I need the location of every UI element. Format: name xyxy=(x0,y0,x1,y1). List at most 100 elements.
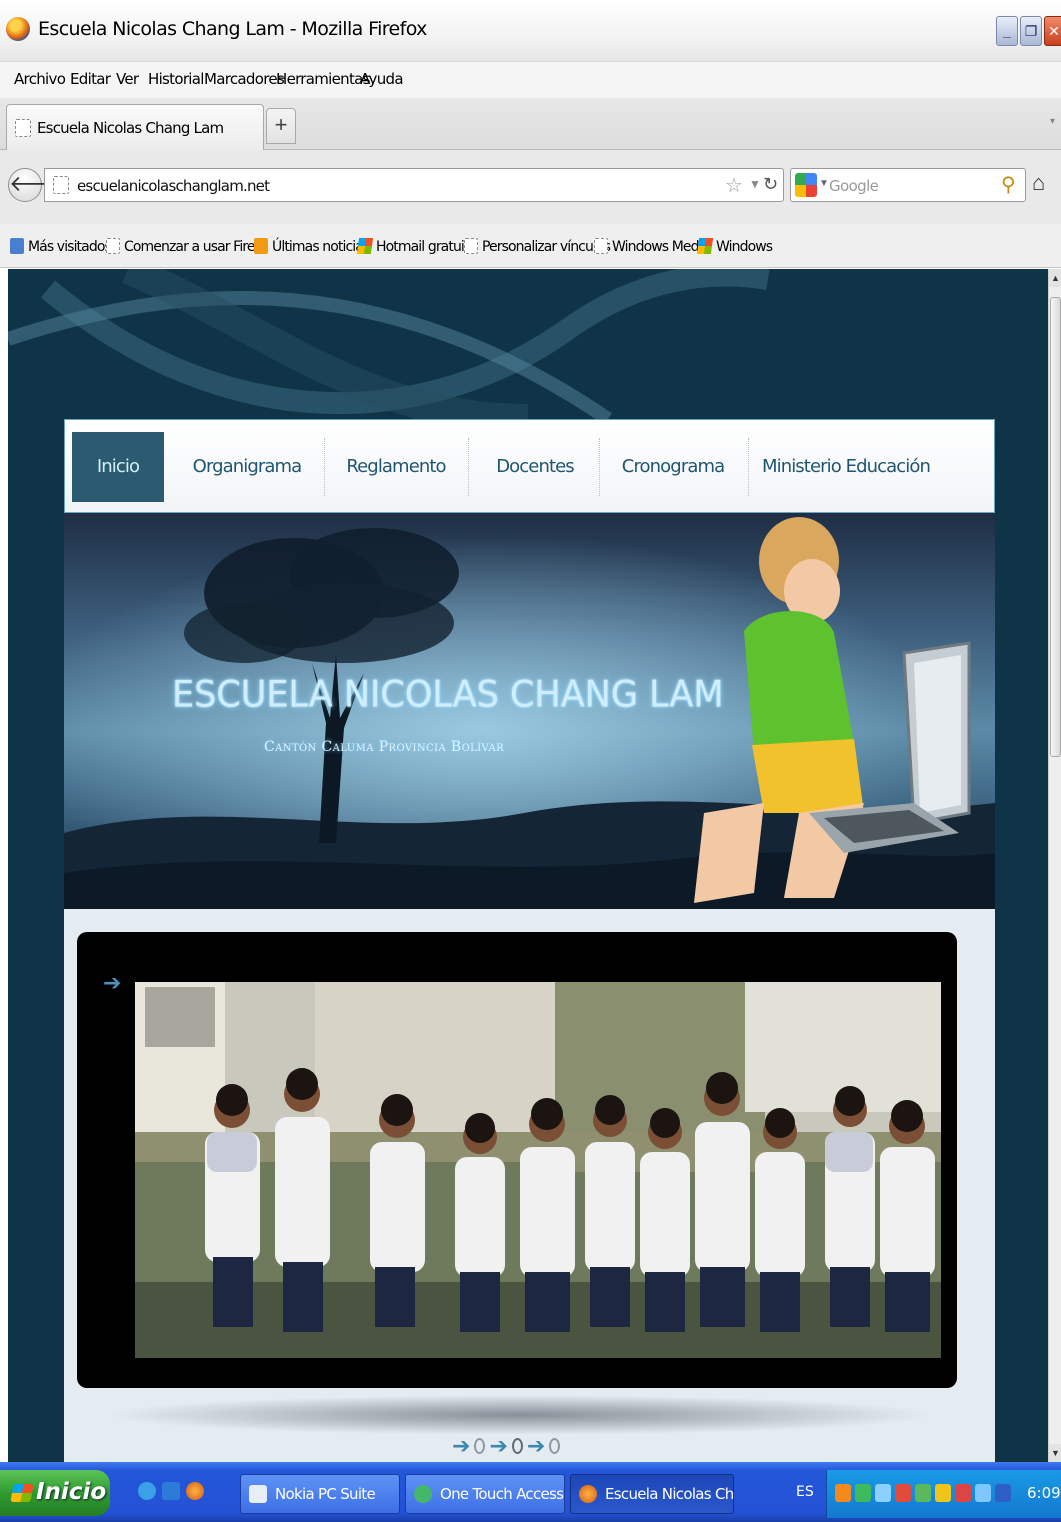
slider-arrow-icon[interactable]: ➔ xyxy=(103,970,121,996)
ie-icon[interactable] xyxy=(138,1482,156,1500)
firefox-icon xyxy=(579,1485,597,1503)
bookmark-hotmail[interactable]: Hotmail gratuito xyxy=(356,238,477,255)
task-nokia-pc-suite[interactable]: Nokia PC Suite xyxy=(240,1474,400,1514)
nav-inicio[interactable]: Inicio xyxy=(72,432,164,502)
slider-shadow xyxy=(104,1395,934,1435)
rss-icon xyxy=(254,238,268,254)
bookmark-windows-media[interactable]: Windows Media xyxy=(594,238,710,255)
nokia-icon xyxy=(249,1485,267,1503)
page-icon xyxy=(594,238,608,254)
firefox-icon[interactable] xyxy=(186,1482,204,1500)
language-indicator[interactable]: ES xyxy=(796,1484,814,1500)
ie-browser-icon[interactable] xyxy=(162,1482,180,1500)
background-swoosh xyxy=(8,269,770,429)
students-group-photo xyxy=(135,982,941,1358)
firefox-logo-icon xyxy=(6,17,30,41)
system-tray: 6:09 xyxy=(826,1470,1061,1518)
url-bar[interactable]: escuelanicolaschanglam.net ☆ ▼ ↻ xyxy=(44,168,784,202)
search-icon[interactable]: ⚲ xyxy=(1001,172,1016,197)
google-logo-icon[interactable] xyxy=(795,173,817,197)
tray-bluetooth-icon[interactable] xyxy=(875,1484,891,1502)
scroll-thumb[interactable] xyxy=(1050,297,1061,757)
window-title: Escuela Nicolas Chang Lam - Mozilla Fire… xyxy=(38,18,427,40)
tray-display-icon[interactable] xyxy=(995,1484,1011,1502)
tray-app-icon[interactable] xyxy=(835,1484,851,1502)
tray-update-icon[interactable] xyxy=(915,1484,931,1502)
bookmarks-toolbar: Más visitados Comenzar a usar Firef... Ú… xyxy=(0,224,1061,268)
image-slider: ➔ xyxy=(77,932,957,1388)
pager-dot[interactable] xyxy=(474,1438,486,1454)
menu-historial[interactable]: Historial xyxy=(148,70,204,88)
site-identity-icon[interactable] xyxy=(53,176,69,194)
bookmark-ultimas-noticias[interactable]: Últimas noticias xyxy=(254,238,370,255)
tab-escuela[interactable]: Escuela Nicolas Chang Lam xyxy=(6,104,264,150)
tray-volume-icon[interactable] xyxy=(935,1484,951,1502)
search-engine-dropdown-icon[interactable]: ▼ xyxy=(819,178,829,189)
scroll-up-icon[interactable]: ▲ xyxy=(1049,269,1061,287)
menu-ayuda[interactable]: Ayuda xyxy=(360,70,404,88)
tray-sync-icon[interactable] xyxy=(975,1484,991,1502)
page-icon xyxy=(464,238,478,254)
bookmark-star-icon[interactable]: ☆ xyxy=(725,173,743,198)
pager-dot-current[interactable] xyxy=(511,1438,523,1454)
windows-taskbar: Inicio Nokia PC Suite One Touch Access -… xyxy=(0,1462,1061,1522)
tab-list-arrow-icon[interactable]: ▾ xyxy=(1050,116,1055,127)
nav-cronograma[interactable]: Cronograma xyxy=(606,432,740,502)
tray-network-icon[interactable] xyxy=(855,1484,871,1502)
url-history-dropdown-icon[interactable]: ▼ xyxy=(749,177,761,191)
nav-ministerio-educacion[interactable]: Ministerio Educación xyxy=(755,432,937,502)
windows-logo-icon xyxy=(356,238,374,254)
tab-label: Escuela Nicolas Chang Lam xyxy=(37,119,224,137)
home-icon[interactable]: ⌂ xyxy=(1032,170,1045,196)
url-text[interactable]: escuelanicolaschanglam.net xyxy=(77,177,270,195)
nav-separator xyxy=(468,438,469,496)
banner-subtitle: Cantón Caluma Provincia Bolívar xyxy=(264,739,505,755)
pager-arrow-icon[interactable]: ➔ xyxy=(489,1433,507,1458)
page-viewport: Inicio Organigrama Reglamento Docentes C… xyxy=(8,269,1048,1462)
bookmark-personalizar[interactable]: Personalizar vínculos xyxy=(464,238,611,255)
windows-logo-icon xyxy=(10,1484,34,1502)
nav-reglamento[interactable]: Reglamento xyxy=(331,432,461,502)
nav-docentes[interactable]: Docentes xyxy=(475,432,595,502)
search-placeholder[interactable]: Google xyxy=(829,177,879,195)
scroll-down-icon[interactable]: ▼ xyxy=(1049,1444,1061,1462)
menu-herramientas[interactable]: Herramientas xyxy=(276,70,370,88)
bookmark-comenzar[interactable]: Comenzar a usar Firef... xyxy=(106,238,269,255)
site-container: Inicio Organigrama Reglamento Docentes C… xyxy=(64,419,995,1462)
tab-strip: Escuela Nicolas Chang Lam + ▾ xyxy=(0,98,1061,150)
pager-arrow-icon[interactable]: ➔ xyxy=(527,1433,545,1458)
maximize-button[interactable]: ❐ xyxy=(1020,16,1042,46)
nav-organigrama[interactable]: Organigrama xyxy=(177,432,317,502)
back-button[interactable]: 🡐 xyxy=(8,168,68,202)
pager-arrow-icon[interactable]: ➔ xyxy=(452,1433,470,1458)
search-bar[interactable]: ▼ Google ⚲ xyxy=(790,168,1026,202)
bookmark-windows[interactable]: Windows xyxy=(696,238,773,255)
vertical-scrollbar[interactable]: ▲ ▼ xyxy=(1048,269,1061,1462)
minimize-button[interactable]: _ xyxy=(996,16,1018,46)
close-button[interactable]: ✕ xyxy=(1044,16,1061,46)
students-photo-illustration xyxy=(135,982,941,1358)
menu-ver[interactable]: Ver xyxy=(116,70,139,88)
menu-bar: Archivo Editar Ver Historial Marcadores … xyxy=(0,62,1061,98)
bookmark-mas-visitados[interactable]: Más visitados xyxy=(10,238,112,255)
tray-antivirus-icon[interactable] xyxy=(955,1484,971,1502)
start-label: Inicio xyxy=(36,1479,107,1505)
clock[interactable]: 6:09 xyxy=(1027,1484,1061,1502)
menu-marcadores[interactable]: Marcadores xyxy=(204,70,285,88)
tray-security-icon[interactable] xyxy=(895,1484,911,1502)
menu-archivo[interactable]: Archivo xyxy=(14,70,66,88)
navigation-toolbar: 🡐 escuelanicolaschanglam.net ☆ ▼ ↻ ▼ Goo… xyxy=(0,150,1061,224)
start-button[interactable]: Inicio xyxy=(0,1470,110,1516)
reload-icon[interactable]: ↻ xyxy=(763,174,778,195)
nav-separator xyxy=(748,438,749,496)
nav-separator xyxy=(324,438,325,496)
banner-title: ESCUELA NICOLAS CHANG LAM xyxy=(172,674,724,716)
task-one-touch-access[interactable]: One Touch Access - ... xyxy=(405,1474,565,1514)
page-icon xyxy=(15,119,31,137)
menu-editar[interactable]: Editar xyxy=(70,70,111,88)
task-firefox-escuela[interactable]: Escuela Nicolas Chan... xyxy=(570,1474,734,1514)
new-tab-button[interactable]: + xyxy=(266,108,296,144)
page-icon xyxy=(106,238,120,254)
slider-pagination: ➔ ➔ ➔ xyxy=(452,1433,602,1459)
pager-dot[interactable] xyxy=(549,1438,561,1454)
